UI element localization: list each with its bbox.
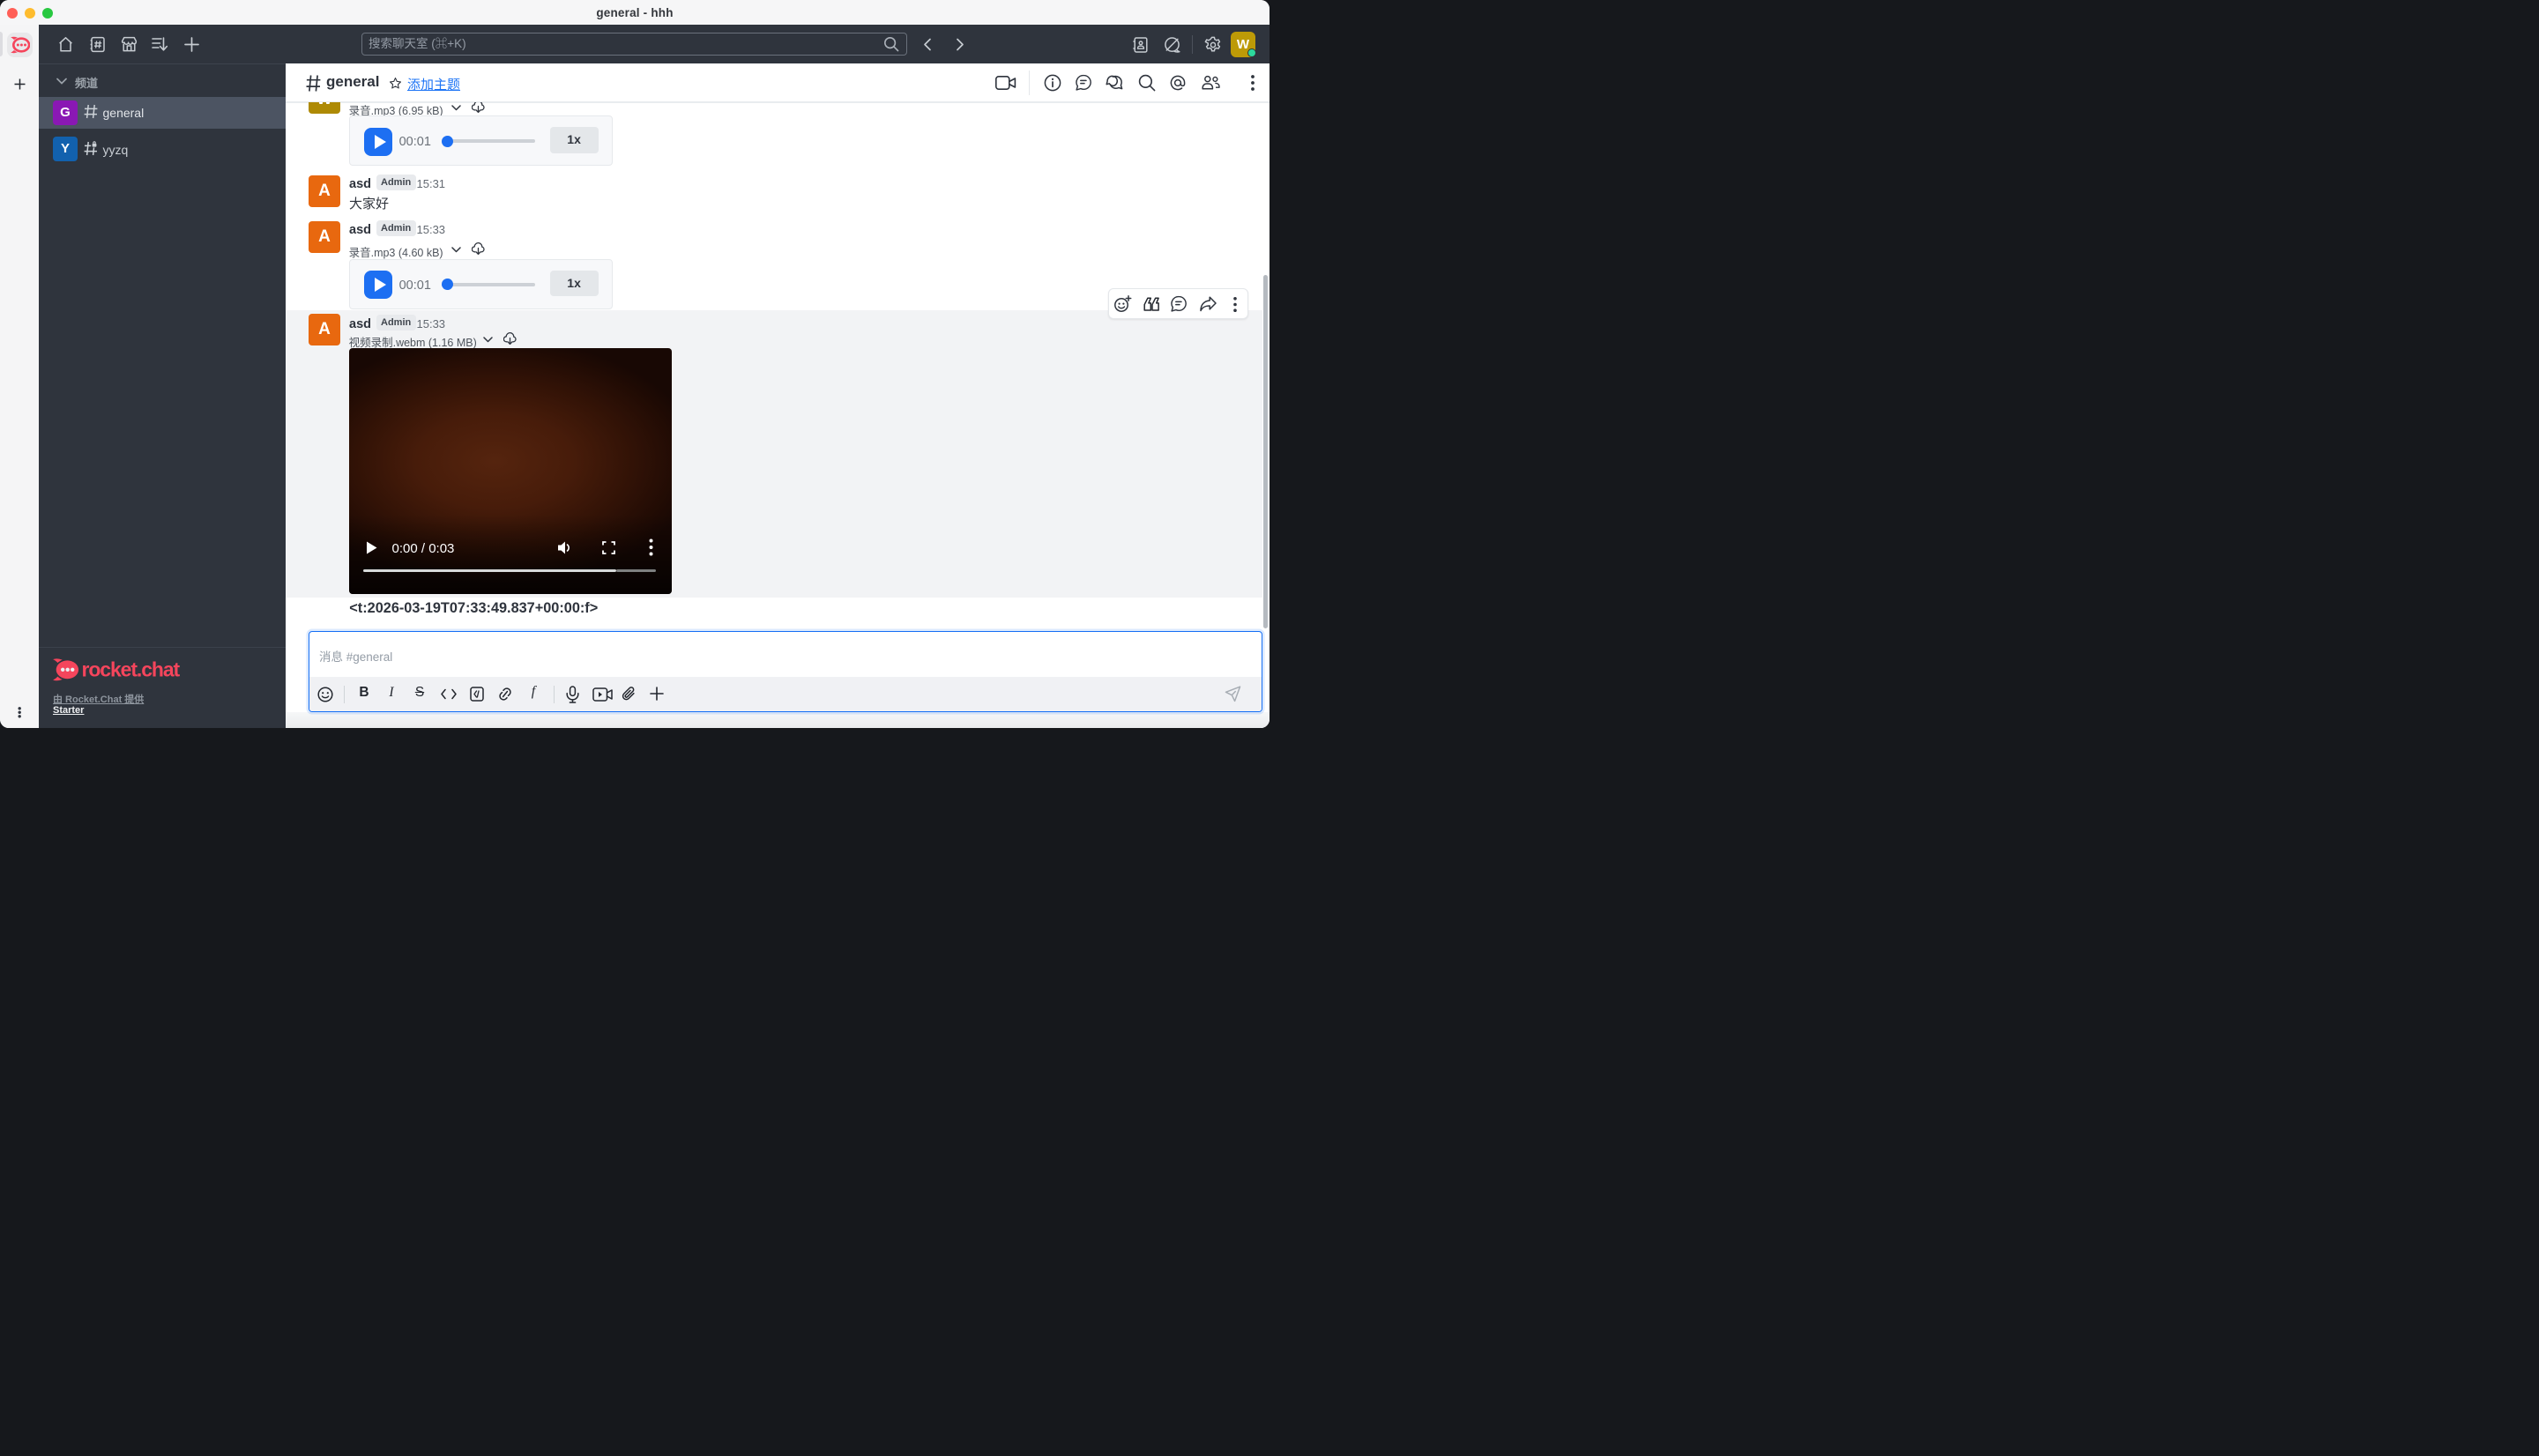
svg-text:rocket.chat: rocket.chat bbox=[81, 658, 180, 681]
